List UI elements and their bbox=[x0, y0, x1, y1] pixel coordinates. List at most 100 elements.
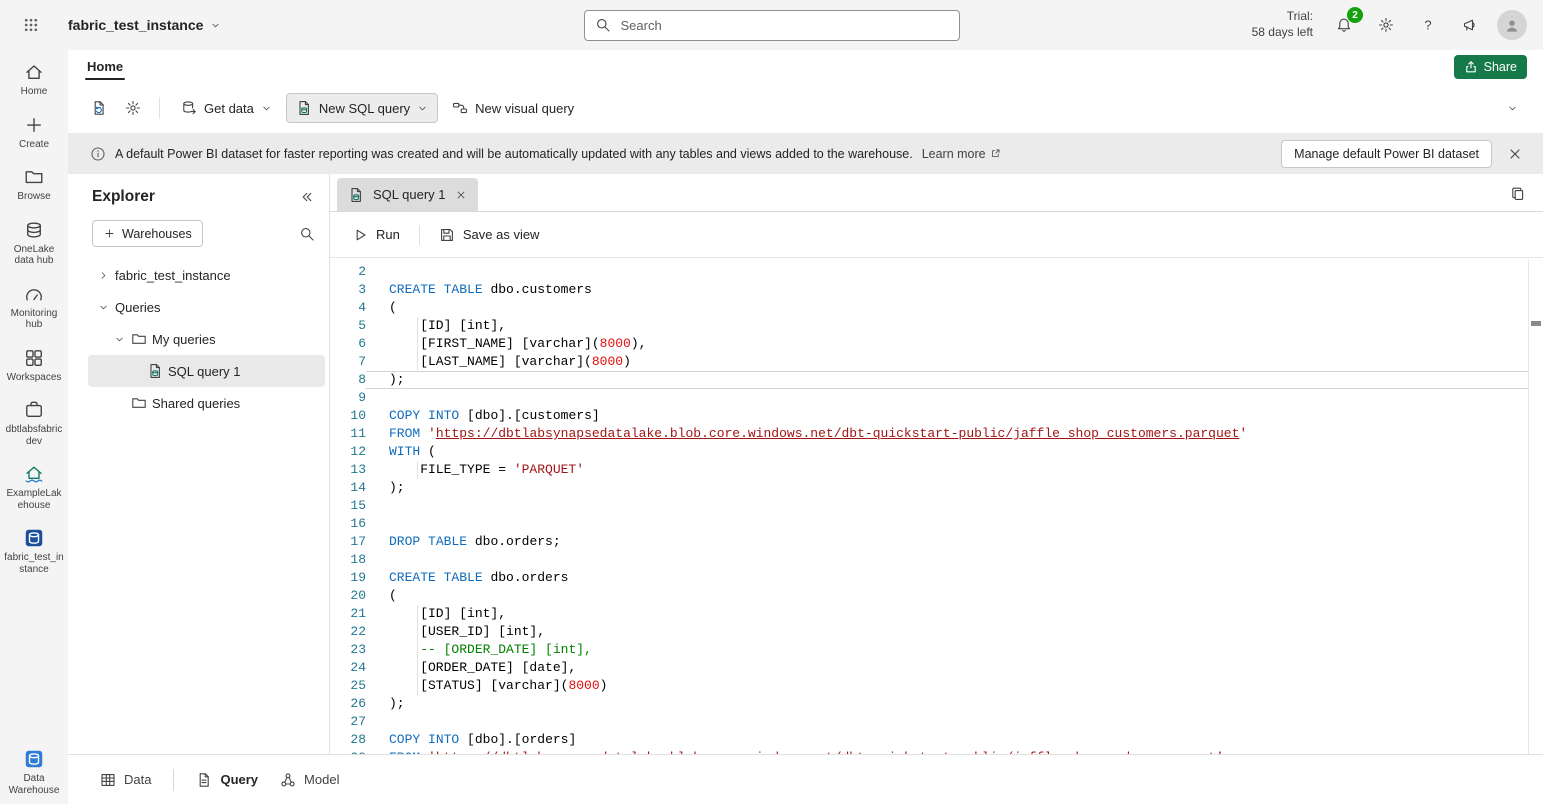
chevron-down-icon bbox=[96, 302, 110, 313]
tree-item-queries[interactable]: Queries bbox=[88, 291, 325, 323]
nav-rail-item-workspaces[interactable]: Workspaces bbox=[2, 348, 66, 384]
code-line[interactable]: 12WITH ( bbox=[330, 443, 1543, 461]
learn-more-label: Learn more bbox=[922, 147, 986, 161]
bottom-tab-model[interactable]: Model bbox=[280, 772, 339, 788]
nav-rail-item-fabric-test-instance[interactable]: fabric_test_instance bbox=[2, 528, 66, 575]
code-line[interactable]: 4( bbox=[330, 299, 1543, 317]
code-line[interactable]: 19CREATE TABLE dbo.orders bbox=[330, 569, 1543, 587]
global-search[interactable] bbox=[584, 10, 960, 41]
code-line[interactable]: 20( bbox=[330, 587, 1543, 605]
nav-rail-item-examplelakehouse[interactable]: ExampleLakehouse bbox=[2, 464, 66, 511]
nav-rail-item-data-warehouse[interactable]: Data Warehouse bbox=[2, 749, 66, 796]
learn-more-link[interactable]: Learn more bbox=[922, 147, 1001, 161]
search-input[interactable] bbox=[619, 17, 949, 34]
ribbon-collapse-button[interactable] bbox=[1497, 94, 1527, 122]
code-line[interactable]: 21 [ID] [int], bbox=[330, 605, 1543, 623]
code-line[interactable]: 3CREATE TABLE dbo.customers bbox=[330, 281, 1543, 299]
code-line[interactable]: 24 [ORDER_DATE] [date], bbox=[330, 659, 1543, 677]
close-icon bbox=[1507, 146, 1523, 162]
manage-dataset-button[interactable]: Manage default Power BI dataset bbox=[1281, 140, 1492, 168]
nav-rail-item-onelake-data-hub[interactable]: OneLake data hub bbox=[2, 220, 66, 267]
editor-scrollbar[interactable] bbox=[1528, 259, 1543, 754]
code-text: DROP TABLE dbo.orders; bbox=[366, 533, 1543, 551]
tree-item-fabric-test-instance[interactable]: fabric_test_instance bbox=[88, 259, 325, 291]
save-as-view-button[interactable]: Save as view bbox=[430, 220, 549, 250]
account-avatar[interactable] bbox=[1497, 10, 1527, 40]
bottom-tab-label: Query bbox=[220, 772, 258, 787]
tree-item-shared-queries[interactable]: Shared queries bbox=[88, 387, 325, 419]
chevron-down-icon bbox=[210, 20, 221, 31]
code-line[interactable]: 13 FILE_TYPE = 'PARQUET' bbox=[330, 461, 1543, 479]
line-number: 12 bbox=[330, 443, 366, 461]
code-line[interactable]: 9 bbox=[330, 389, 1543, 407]
app-launcher-button[interactable] bbox=[16, 10, 46, 40]
code-text: COPY INTO [dbo].[customers] bbox=[366, 407, 1543, 425]
tree-item-label: Shared queries bbox=[152, 396, 240, 411]
bottom-tab-data[interactable]: Data bbox=[100, 772, 151, 788]
code-line[interactable]: 10COPY INTO [dbo].[customers] bbox=[330, 407, 1543, 425]
code-text bbox=[366, 713, 1543, 731]
explorer-search-icon[interactable] bbox=[299, 226, 315, 242]
refresh-source-button[interactable] bbox=[84, 94, 114, 122]
query-tab-active[interactable]: SQL query 1 bbox=[337, 178, 478, 211]
code-line[interactable]: 28COPY INTO [dbo].[orders] bbox=[330, 731, 1543, 749]
code-line[interactable]: 17DROP TABLE dbo.orders; bbox=[330, 533, 1543, 551]
share-button[interactable]: Share bbox=[1454, 55, 1527, 79]
home-icon bbox=[24, 62, 44, 82]
nav-rail-item-monitoring-hub[interactable]: Monitoring hub bbox=[2, 284, 66, 331]
code-line[interactable]: 6 [FIRST_NAME] [varchar](8000), bbox=[330, 335, 1543, 353]
warehouses-label: Warehouses bbox=[122, 227, 192, 241]
code-line[interactable]: 14); bbox=[330, 479, 1543, 497]
code-line[interactable]: 23 -- [ORDER_DATE] [int], bbox=[330, 641, 1543, 659]
tree-item-sql-query-1[interactable]: SQL query 1 bbox=[88, 355, 325, 387]
bottom-tab-label: Data bbox=[124, 772, 151, 787]
feedback-button[interactable] bbox=[1455, 10, 1485, 40]
sql-code-editor[interactable]: 23CREATE TABLE dbo.customers4(5 [ID] [in… bbox=[330, 259, 1543, 754]
nav-rail-item-create[interactable]: Create bbox=[2, 115, 66, 151]
code-text: ); bbox=[366, 479, 1543, 497]
workspace-title-menu[interactable]: fabric_test_instance bbox=[68, 17, 221, 33]
code-text: CREATE TABLE dbo.customers bbox=[366, 281, 1543, 299]
close-tab-icon[interactable] bbox=[455, 189, 467, 201]
code-line[interactable]: 11FROM 'https://dbtlabsynapsedatalake.bl… bbox=[330, 425, 1543, 443]
nav-rail-item-home[interactable]: Home bbox=[2, 62, 66, 98]
code-line[interactable]: 16 bbox=[330, 515, 1543, 533]
settings-button[interactable] bbox=[1371, 10, 1401, 40]
code-line[interactable]: 8); bbox=[330, 371, 1543, 389]
tab-home[interactable]: Home bbox=[84, 52, 126, 81]
get-data-button[interactable]: Get data bbox=[171, 93, 282, 123]
copy-button[interactable] bbox=[1505, 181, 1530, 206]
tree-item-my-queries[interactable]: My queries bbox=[88, 323, 325, 355]
code-line[interactable]: 15 bbox=[330, 497, 1543, 515]
nav-rail-item-dbtlabsfabricdev[interactable]: dbtlabsfabricdev bbox=[2, 400, 66, 447]
line-number: 5 bbox=[330, 317, 366, 335]
new-visual-query-button[interactable]: New visual query bbox=[442, 93, 584, 123]
notifications-button[interactable]: 2 bbox=[1329, 10, 1359, 40]
code-text: ( bbox=[366, 587, 1543, 605]
waffle-icon bbox=[23, 17, 39, 33]
help-button[interactable]: ? bbox=[1413, 10, 1443, 40]
collapse-panel-icon[interactable] bbox=[299, 189, 315, 205]
nav-rail-item-browse[interactable]: Browse bbox=[2, 167, 66, 203]
code-line[interactable]: 26); bbox=[330, 695, 1543, 713]
bottom-tab-query[interactable]: Query bbox=[196, 772, 258, 788]
code-line[interactable]: 22 [USER_ID] [int], bbox=[330, 623, 1543, 641]
code-line[interactable]: 5 [ID] [int], bbox=[330, 317, 1543, 335]
scrollbar-thumb[interactable] bbox=[1531, 321, 1541, 326]
code-line[interactable]: 27 bbox=[330, 713, 1543, 731]
top-bar: fabric_test_instance Trial: 58 days left… bbox=[0, 0, 1543, 50]
get-data-icon bbox=[181, 100, 197, 116]
add-warehouses-button[interactable]: Warehouses bbox=[92, 220, 203, 247]
code-line[interactable]: 25 [STATUS] [varchar](8000) bbox=[330, 677, 1543, 695]
explorer-actions: Warehouses bbox=[84, 220, 329, 259]
new-sql-query-button[interactable]: New SQL query bbox=[286, 93, 438, 123]
tree-item-label: fabric_test_instance bbox=[115, 268, 231, 283]
info-banner: A default Power BI dataset for faster re… bbox=[68, 133, 1543, 174]
banner-dismiss-button[interactable] bbox=[1501, 140, 1529, 168]
code-line[interactable]: 7 [LAST_NAME] [varchar](8000) bbox=[330, 353, 1543, 371]
warehouse-settings-button[interactable] bbox=[118, 94, 148, 122]
line-number: 25 bbox=[330, 677, 366, 695]
code-line[interactable]: 2 bbox=[330, 263, 1543, 281]
run-button[interactable]: Run bbox=[343, 220, 409, 250]
code-line[interactable]: 18 bbox=[330, 551, 1543, 569]
